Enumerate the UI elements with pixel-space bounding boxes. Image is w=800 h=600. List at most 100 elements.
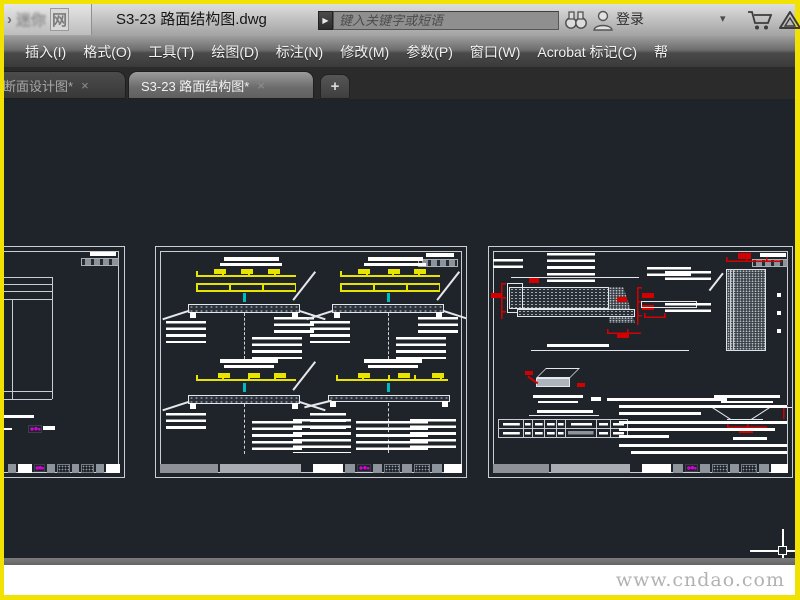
notes-label [591,397,601,401]
user-icon[interactable] [591,9,615,31]
cell [81,464,95,473]
cell [160,464,218,473]
title-block-strip [160,464,462,473]
red-dim-label [617,297,627,302]
base-layer [517,309,635,317]
table-line [4,284,52,285]
cell [384,464,401,473]
binoculars-icon[interactable] [564,9,588,31]
drawing-sheet-right[interactable] [488,246,793,478]
search-input[interactable] [333,11,559,30]
red-dimension [726,257,782,262]
cell [47,464,55,473]
cell [303,464,311,473]
close-icon[interactable]: × [81,78,89,93]
notes-text-block [356,421,428,453]
close-icon[interactable]: × [257,78,265,93]
caption-text [533,395,583,398]
menu-dimension[interactable]: 标注(N) [276,42,323,62]
notes-line [619,421,787,424]
crosshair-cursor [750,550,795,552]
caption-underline [531,350,689,351]
drawing-sheet-middle[interactable] [155,246,467,478]
chevron-down-icon[interactable]: ▾ [720,4,726,35]
cell [551,464,631,473]
cell [372,464,383,473]
exchange-triangle-icon[interactable] [778,9,800,31]
annotation-text [665,303,711,315]
tab-pavement-structure[interactable]: S3-23 路面结构图* × [128,71,314,99]
horizontal-scrollbar[interactable] [4,558,795,565]
data-table [498,419,628,438]
tick-mark [777,329,781,333]
cell [402,464,413,473]
channel-line [727,419,763,420]
caption-text [547,344,609,347]
title-block-strip [493,464,788,473]
cart-icon[interactable] [746,9,774,31]
caption-text [733,437,767,440]
menu-draw[interactable]: 绘图(D) [211,42,258,62]
chevron-icon: › [7,11,12,28]
table-line [4,391,52,392]
app-logo[interactable]: › 迷你 网 [4,4,92,35]
drawing-tab-bar: 断面设计图* × S3-23 路面结构图* × + [4,67,795,99]
menu-format[interactable]: 格式(O) [83,42,131,62]
annotation-text [665,271,711,283]
cell [741,464,757,473]
menu-bar: 插入(I) 格式(O) 工具(T) 绘图(D) 标注(N) 修改(M) 参数(P… [4,36,795,67]
table-line [12,299,13,399]
tick-mark [777,311,781,315]
autocad-window: › 迷你 网 S3-23 路面结构图.dwg ▶ 登录 ▾ 插 [4,4,800,595]
new-tab-button[interactable]: + [320,74,350,99]
red-dim-label [642,293,654,298]
table-title [537,410,593,413]
notes-line [619,412,701,415]
menu-insert[interactable]: 插入(I) [25,42,66,62]
menu-help[interactable]: 帮 [654,42,668,62]
cell [493,464,550,473]
caption-text [721,401,773,403]
title-block-strip [8,464,121,473]
cell [700,464,711,473]
search-arrow-button[interactable]: ▶ [318,11,333,30]
notes-line [607,398,727,401]
model-space-canvas[interactable] [4,99,795,558]
table-line [4,399,52,400]
cell [444,464,462,473]
menu-acrobat[interactable]: Acrobat 标记(C) [537,42,637,62]
cell [8,464,16,473]
detail-line [730,269,731,351]
cell [729,464,740,473]
red-dimension [501,283,506,319]
cell [432,464,443,473]
magenta-stamp [33,464,46,472]
annotation-text [493,259,523,268]
cell [632,464,640,473]
cell [96,464,105,473]
cell [71,464,80,473]
caption-text [538,401,578,403]
red-dim-label [738,253,751,259]
menu-tools[interactable]: 工具(T) [148,42,194,62]
notes-line [619,444,787,447]
pickbox-cursor [778,546,787,555]
menu-modify[interactable]: 修改(M) [340,42,389,62]
red-dim-label [529,278,539,283]
cell [642,464,672,473]
menu-parametric[interactable]: 参数(P) [406,42,453,62]
drawing-sheet-left[interactable] [4,246,125,478]
login-button[interactable]: 登录 [616,4,644,35]
cell [344,464,355,473]
text-block [4,415,34,418]
annotation-text [547,253,595,283]
red-dim-label [525,371,533,375]
menu-window[interactable]: 窗口(W) [470,42,521,62]
tab-section-design[interactable]: 断面设计图* × [4,71,126,99]
watermark: www.cndao.com [4,565,795,595]
cross-section-drawing [306,257,466,359]
cell [414,464,431,473]
cell [106,464,121,473]
block-front-face [536,378,570,387]
tick-mark [777,293,781,297]
